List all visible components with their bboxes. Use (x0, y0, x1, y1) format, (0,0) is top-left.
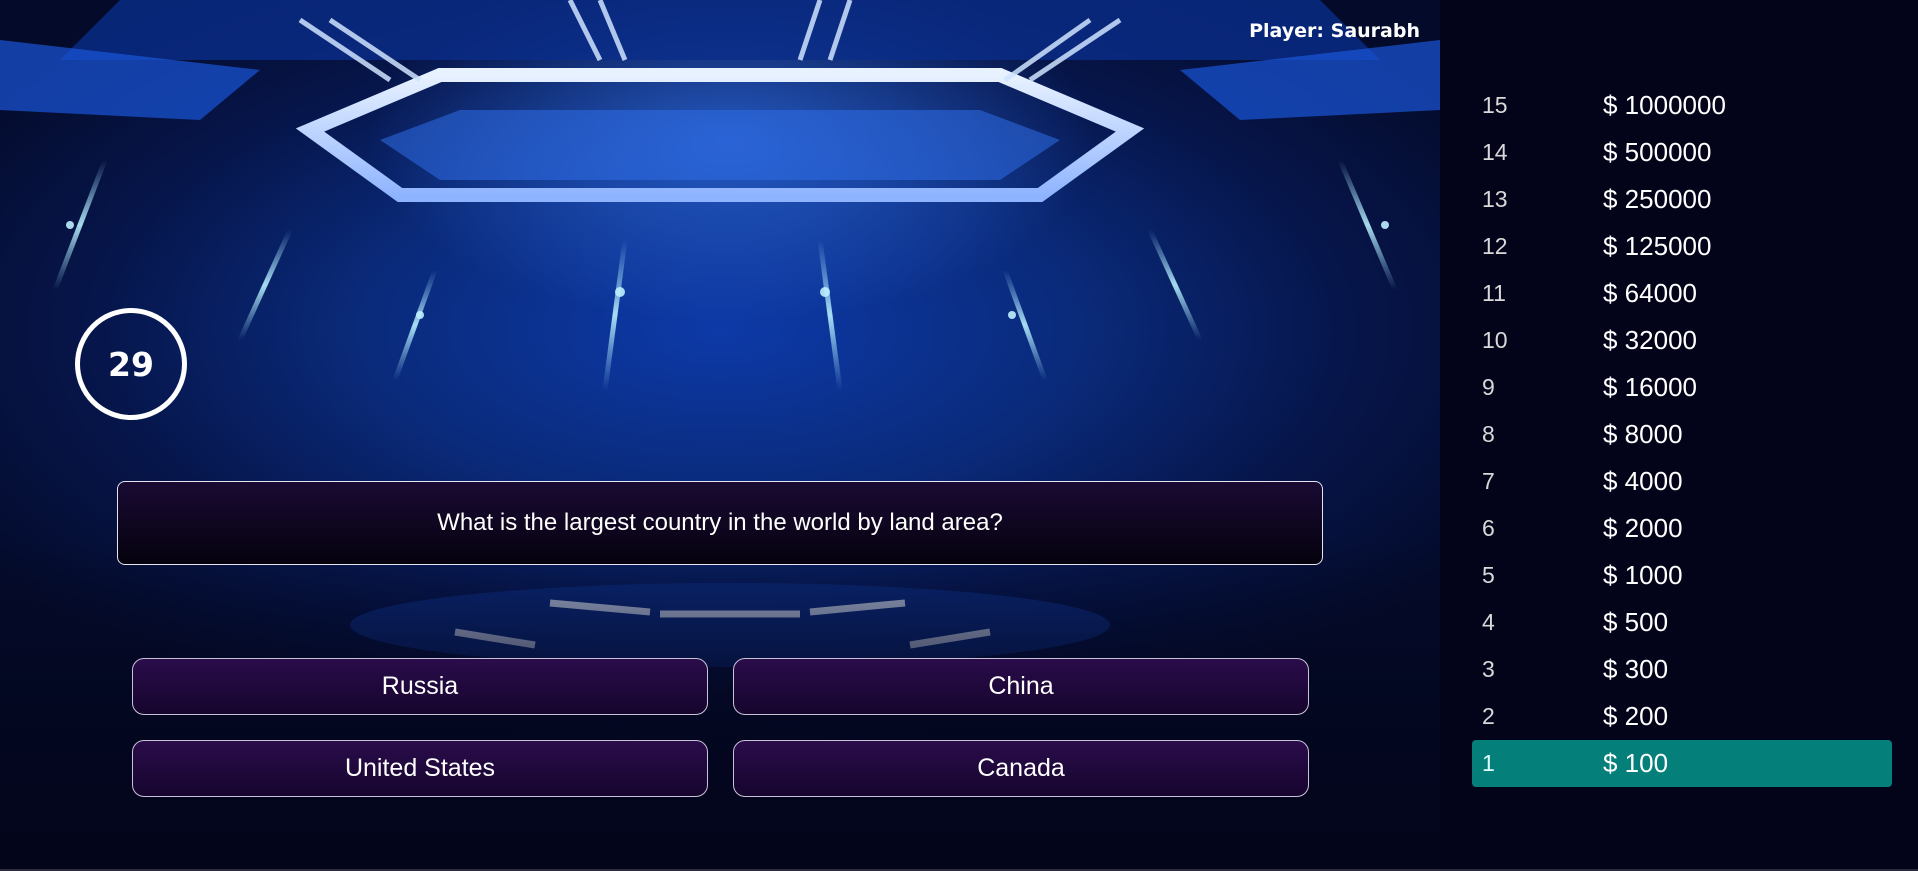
countdown-timer: 29 (75, 308, 187, 420)
answer-label: Russia (381, 672, 459, 700)
answer-button-china[interactable]: China (733, 658, 1309, 715)
answer-button-russia[interactable]: Russia (132, 658, 708, 715)
level-number: 8 (1482, 421, 1495, 447)
ladder-level-4: 4 $ 500 (1472, 599, 1892, 646)
level-amount: $ 300 (1603, 654, 1669, 684)
level-number: 2 (1482, 703, 1495, 729)
ladder-level-9: 9 $ 16000 (1472, 364, 1892, 411)
player-name-label: Player: Saurabh (1249, 20, 1420, 42)
answer-label: Canada (977, 754, 1065, 782)
level-number: 5 (1482, 562, 1495, 588)
ladder-level-6: 6 $ 2000 (1472, 505, 1892, 552)
level-number: 10 (1482, 327, 1508, 353)
level-amount: $ 1000 (1603, 560, 1683, 590)
level-number: 1 (1482, 750, 1495, 776)
level-amount: $ 8000 (1603, 419, 1683, 449)
question-box: What is the largest country in the world… (117, 481, 1323, 565)
level-number: 15 (1482, 92, 1508, 118)
level-amount: $ 64000 (1603, 278, 1697, 308)
level-amount: $ 200 (1603, 701, 1669, 731)
ladder-level-11: 11 $ 64000 (1472, 270, 1892, 317)
ladder-level-2: 2 $ 200 (1472, 693, 1892, 740)
money-ladder: 15 $ 1000000 14 $ 500000 13 $ 250000 12 $ 12… (1440, 0, 1918, 871)
level-number: 11 (1482, 280, 1506, 306)
level-amount: $ 4000 (1603, 466, 1683, 496)
answer-label: China (988, 672, 1054, 700)
question-text: What is the largest country in the world… (437, 509, 1003, 536)
level-amount: $ 100 (1603, 748, 1669, 778)
answer-label: United States (344, 754, 496, 782)
level-amount: $ 1000000 (1603, 90, 1726, 120)
ladder-level-15: 15 $ 1000000 (1472, 82, 1892, 129)
level-number: 9 (1482, 374, 1495, 400)
game-stage: Player: Saurabh 29 What is the largest c… (0, 0, 1440, 871)
ladder-level-8: 8 $ 8000 (1472, 411, 1892, 458)
ladder-level-10: 10 $ 32000 (1472, 317, 1892, 364)
ladder-level-13: 13 $ 250000 (1472, 176, 1892, 223)
level-amount: $ 2000 (1603, 513, 1683, 543)
level-amount: $ 16000 (1603, 372, 1697, 402)
level-amount: $ 500 (1603, 607, 1669, 637)
ladder-level-5: 5 $ 1000 (1472, 552, 1892, 599)
answer-button-canada[interactable]: Canada (733, 740, 1309, 797)
level-number: 14 (1482, 139, 1508, 165)
ladder-level-12: 12 $ 125000 (1472, 223, 1892, 270)
answer-button-united-states[interactable]: United States (132, 740, 708, 797)
money-ladder-list: 15 $ 1000000 14 $ 500000 13 $ 250000 12 $ 12… (1472, 82, 1892, 787)
level-amount: $ 125000 (1603, 231, 1712, 261)
level-amount: $ 250000 (1603, 184, 1712, 214)
ladder-level-1-current: 1 $ 100 (1472, 740, 1892, 787)
level-number: 13 (1482, 186, 1508, 212)
timer-value: 29 (108, 344, 154, 384)
level-amount: $ 32000 (1603, 325, 1697, 355)
level-number: 12 (1482, 233, 1508, 259)
ladder-level-3: 3 $ 300 (1472, 646, 1892, 693)
level-number: 7 (1482, 468, 1495, 494)
level-amount: $ 500000 (1603, 137, 1712, 167)
ladder-level-14: 14 $ 500000 (1472, 129, 1892, 176)
level-number: 6 (1482, 515, 1495, 541)
level-number: 3 (1482, 656, 1495, 682)
level-number: 4 (1482, 609, 1495, 635)
ladder-level-7: 7 $ 4000 (1472, 458, 1892, 505)
